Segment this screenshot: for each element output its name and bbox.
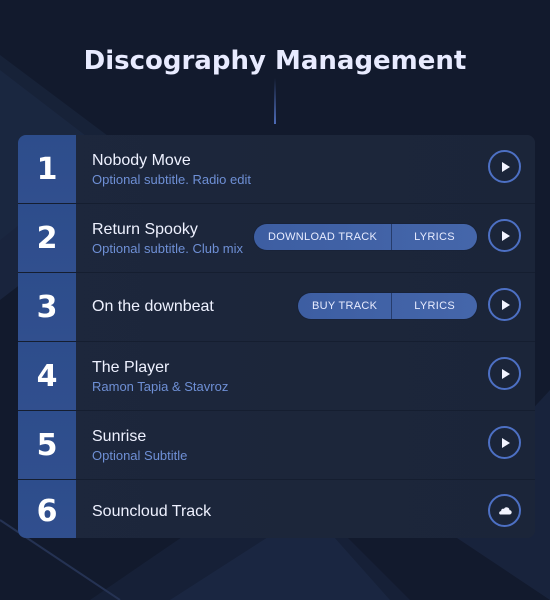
track-number: 6 bbox=[18, 480, 76, 538]
track-row: 6 Souncloud Track bbox=[18, 480, 535, 538]
track-subtitle: Optional Subtitle bbox=[92, 447, 188, 463]
track-row: 5 Sunrise Optional Subtitle bbox=[18, 411, 535, 480]
track-row: 4 The Player Ramon Tapia & Stavroz bbox=[18, 342, 535, 411]
soundcloud-icon bbox=[498, 506, 512, 514]
play-icon bbox=[501, 437, 510, 448]
track-title: On the downbeat bbox=[92, 298, 214, 315]
track-title: Return Spooky bbox=[92, 220, 198, 238]
soundcloud-button[interactable] bbox=[488, 494, 521, 527]
track-title: The Player bbox=[92, 358, 170, 376]
track-number: 5 bbox=[18, 411, 76, 479]
track-title: Sunrise bbox=[92, 427, 147, 445]
track-title: Nobody Move bbox=[92, 151, 191, 169]
buy-track-button[interactable]: BUY TRACK bbox=[298, 293, 391, 319]
track-button-group: BUY TRACK LYRICS bbox=[298, 293, 477, 319]
track-row: 3 On the downbeat BUY TRACK LYRICS bbox=[18, 273, 535, 342]
lyrics-button[interactable]: LYRICS bbox=[391, 224, 477, 250]
track-info: Return Spooky Optional subtitle. Club mi… bbox=[92, 204, 243, 272]
play-icon bbox=[501, 161, 510, 172]
track-info: Souncloud Track bbox=[92, 480, 211, 538]
track-list: 1 Nobody Move Optional subtitle. Radio e… bbox=[18, 135, 535, 538]
download-track-button[interactable]: DOWNLOAD TRACK bbox=[254, 224, 391, 250]
track-subtitle: Optional subtitle. Radio edit bbox=[92, 171, 251, 187]
track-subtitle: Ramon Tapia & Stavroz bbox=[92, 378, 229, 394]
track-info: The Player Ramon Tapia & Stavroz bbox=[92, 342, 228, 410]
track-button-group: DOWNLOAD TRACK LYRICS bbox=[254, 224, 477, 250]
play-button[interactable] bbox=[488, 357, 521, 390]
track-info: On the downbeat bbox=[92, 273, 214, 341]
track-title: Souncloud Track bbox=[92, 502, 212, 520]
track-number: 4 bbox=[18, 342, 76, 410]
track-number: 1 bbox=[18, 135, 76, 203]
track-row: 2 Return Spooky Optional subtitle. Club … bbox=[18, 204, 535, 273]
play-button[interactable] bbox=[488, 150, 521, 183]
track-info: Nobody Move Optional subtitle. Radio edi… bbox=[92, 135, 251, 203]
title-divider bbox=[274, 78, 276, 124]
track-subtitle: Optional subtitle. Club mix bbox=[92, 240, 244, 256]
play-button[interactable] bbox=[488, 288, 521, 321]
track-number: 3 bbox=[18, 273, 76, 341]
track-row: 1 Nobody Move Optional subtitle. Radio e… bbox=[18, 135, 535, 204]
play-button[interactable] bbox=[488, 219, 521, 252]
play-icon bbox=[501, 299, 510, 310]
track-number: 2 bbox=[18, 204, 76, 272]
play-icon bbox=[501, 230, 510, 241]
discography-page: Discography Management 1 Nobody Move Opt… bbox=[0, 0, 550, 600]
lyrics-button[interactable]: LYRICS bbox=[391, 293, 477, 319]
play-button[interactable] bbox=[488, 426, 521, 459]
track-info: Sunrise Optional Subtitle bbox=[92, 411, 187, 479]
play-icon bbox=[501, 368, 510, 379]
